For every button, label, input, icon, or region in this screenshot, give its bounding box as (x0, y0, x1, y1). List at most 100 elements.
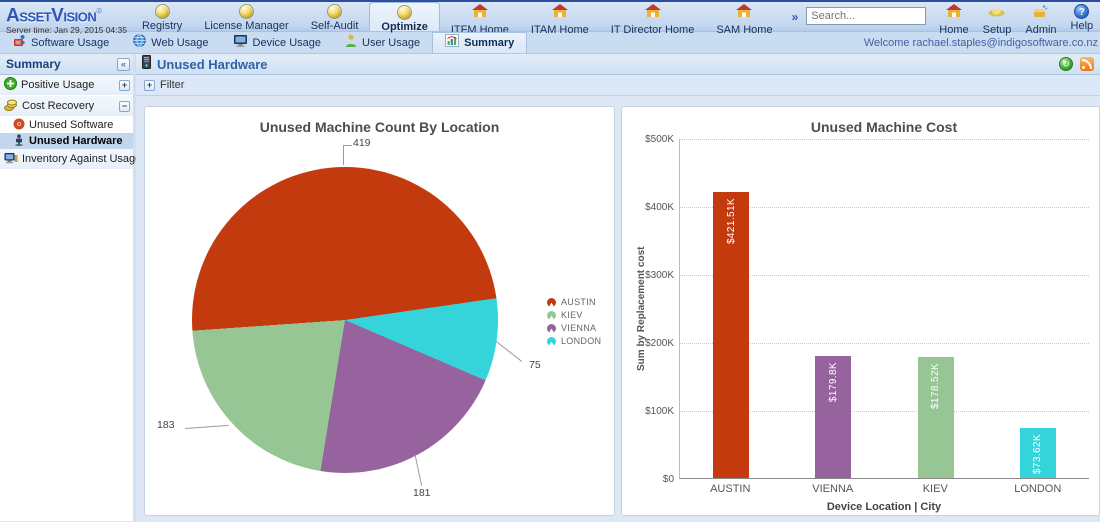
bar-value-label: $179.8K (827, 362, 839, 403)
search-input[interactable] (806, 7, 927, 25)
bar-value-label: $178.52K (930, 362, 942, 409)
software-usage-icon (12, 34, 26, 52)
bar-chart-card: Unused Machine Cost Sum by Replacement c… (621, 106, 1100, 516)
bar-x-labels: AUSTIN VIENNA KIEV LONDON (679, 483, 1089, 495)
device-usage-icon (233, 34, 248, 52)
legend-swatch (547, 336, 556, 346)
inventory-against-usage-icon (4, 152, 18, 167)
web-usage-icon (133, 33, 147, 52)
sidebar-item-cost-recovery[interactable]: Cost Recovery − (0, 96, 133, 117)
bar-value-label: $73.62K (1032, 434, 1044, 475)
y-tick: $400K (645, 202, 675, 213)
y-tick: $0 (662, 474, 675, 485)
pie-chart-title: Unused Machine Count By Location (259, 119, 500, 135)
sidebar-tree: Positive Usage + Cost Recovery − Unused … (0, 75, 157, 170)
utility-items: Home Setup Admin ? Help Chat Logout (932, 2, 1100, 36)
y-tick: $100K (645, 406, 675, 417)
search-wrap (806, 6, 927, 25)
tab-summary[interactable]: Summary (432, 32, 528, 53)
admin-icon (1033, 4, 1048, 23)
y-tick: $300K (645, 270, 675, 281)
nav-item-self-audit[interactable]: Self-Audit (300, 2, 370, 32)
nav-item-license-manager[interactable]: License Manager (193, 2, 299, 32)
tab-device-usage[interactable]: Device Usage (221, 32, 333, 53)
summary-icon (445, 34, 460, 52)
tab-software-usage[interactable]: Software Usage (0, 32, 121, 53)
page-title: Unused Hardware (157, 56, 268, 72)
cost-recovery-icon (4, 99, 18, 114)
nav-item-itam-home[interactable]: ITAM Home (520, 2, 600, 36)
filter-expand-button[interactable]: + (144, 79, 155, 91)
registry-icon (154, 4, 170, 19)
sidebar-item-unused-hardware[interactable]: Unused Hardware (0, 133, 133, 149)
nav-item-optimize[interactable]: Optimize (369, 2, 440, 33)
bar-y-axis-title: Sum by Replacement cost (636, 246, 648, 372)
bar[interactable]: $178.52K (917, 356, 954, 478)
sidebar-item-positive-usage[interactable]: Positive Usage + (0, 75, 133, 96)
legend-swatch (547, 310, 556, 320)
sidebar: Summary « Positive Usage + Cost Recovery… (0, 54, 157, 521)
collapse-cost-recovery-button[interactable]: − (119, 100, 130, 112)
setup-icon (988, 4, 1005, 23)
top-nav-items: Registry License Manager Self-Audit Opti… (131, 2, 784, 36)
optimize-icon (397, 5, 413, 20)
sidebar-title: Summary (6, 57, 61, 71)
sidebar-collapse-button[interactable]: « (117, 57, 130, 71)
bar-chart-title: Unused Machine Cost (810, 119, 958, 135)
bar[interactable]: $421.51K (713, 192, 750, 478)
pie[interactable] (192, 167, 498, 473)
bar-cell-austin: $421.51K (680, 139, 782, 478)
legend-swatch (547, 323, 556, 333)
itam-home-icon (551, 4, 568, 23)
nav-overflow-button[interactable]: » (784, 10, 807, 24)
x-category-label: VIENNA (812, 483, 854, 495)
bar[interactable]: $73.62K (1019, 428, 1056, 478)
x-category-label: KIEV (922, 483, 948, 495)
filter-label: Filter (160, 79, 185, 91)
util-item-admin[interactable]: Admin (1018, 2, 1063, 36)
legend-swatch (547, 297, 556, 307)
legend-item-kiev[interactable]: KIEV (547, 310, 601, 320)
bar-cell-kiev: $178.52K (885, 139, 987, 478)
bar[interactable]: $179.8K (815, 356, 852, 478)
tab-web-usage[interactable]: Web Usage (121, 32, 220, 53)
pie-value-london: 75 (529, 359, 541, 371)
legend-item-vienna[interactable]: VIENNA (547, 323, 601, 333)
nav-item-registry[interactable]: Registry (131, 2, 193, 32)
top-nav-bar: AssetVision® Server time: Jan 29, 2015 0… (0, 2, 1100, 36)
work-area: Summary « Positive Usage + Cost Recovery… (0, 54, 1100, 521)
x-category-label: AUSTIN (710, 483, 751, 495)
bar-cell-vienna: $179.8K (782, 139, 884, 478)
legend-item-austin[interactable]: AUSTIN (547, 297, 601, 307)
app-logo: AssetVision® (6, 5, 102, 27)
legend-item-london[interactable]: LONDON (547, 336, 601, 346)
help-icon: ? (1074, 4, 1090, 19)
bar-x-axis-title: Device Location | City (826, 501, 942, 513)
registered-mark: ® (96, 7, 102, 16)
sidebar-item-inventory-against-usage[interactable]: Inventory Against Usage + (0, 149, 157, 170)
leader-line-austin (343, 145, 352, 165)
rss-icon[interactable] (1080, 57, 1094, 71)
nav-item-sam-home[interactable]: SAM Home (705, 2, 783, 36)
pie-value-vienna: 181 (413, 487, 431, 499)
tab-user-usage[interactable]: User Usage (333, 32, 432, 53)
sam-home-icon (736, 4, 753, 23)
main-header: Unused Hardware ↻ (136, 54, 1100, 75)
refresh-globe-icon[interactable]: ↻ (1059, 57, 1073, 71)
it-director-home-icon (644, 4, 661, 23)
expand-positive-usage-button[interactable]: + (119, 79, 130, 91)
util-item-home[interactable]: Home (932, 2, 975, 36)
pie-value-austin: 419 (353, 137, 371, 149)
filter-bar: + Filter (136, 75, 1100, 96)
nav-item-itfm-home[interactable]: ITFM Home (440, 2, 520, 36)
sidebar-item-unused-software[interactable]: Unused Software (0, 117, 133, 133)
nav-item-it-director-home[interactable]: IT Director Home (600, 2, 706, 36)
util-item-setup[interactable]: Setup (976, 2, 1019, 36)
y-tick: $200K (645, 338, 675, 349)
util-item-help[interactable]: ? Help (1064, 2, 1100, 32)
logo-block: AssetVision® Server time: Jan 29, 2015 0… (0, 2, 131, 35)
leader-line-london (494, 340, 523, 362)
license-manager-icon (239, 4, 254, 19)
bar-value-label: $421.51K (725, 198, 737, 245)
main-panel: Unused Hardware ↻ + Filter Unused Machin… (136, 54, 1100, 521)
